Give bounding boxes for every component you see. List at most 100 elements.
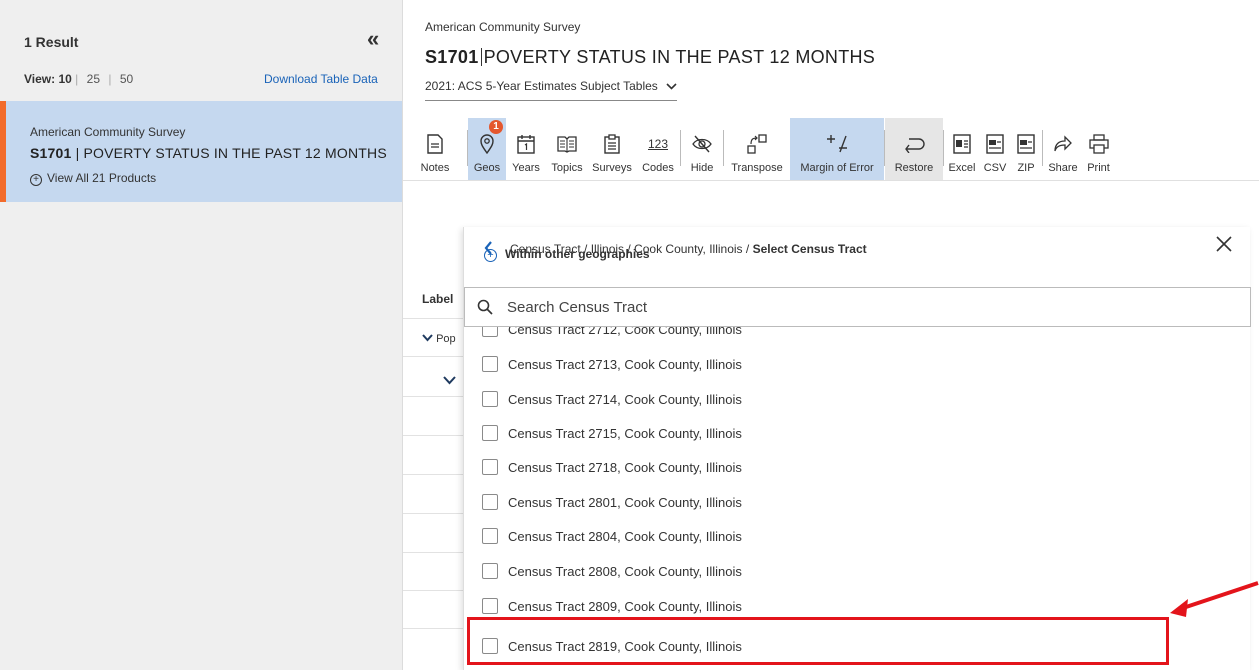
eye-off-icon [692, 132, 712, 156]
close-icon[interactable] [1216, 233, 1232, 257]
geos-button[interactable]: 1 Geos [468, 118, 506, 180]
plus-minus-icon [826, 132, 848, 156]
list-item[interactable]: Census Tract 2804, Cook County, Illinois [482, 526, 742, 546]
checkbox[interactable] [482, 598, 498, 614]
years-label: Years [512, 162, 540, 174]
map-pin-icon [479, 132, 495, 156]
list-item[interactable]: Census Tract 2713, Cook County, Illinois [482, 354, 742, 374]
years-button[interactable]: Years [506, 118, 546, 180]
divider [480, 48, 482, 66]
surveys-button[interactable]: Surveys [588, 118, 636, 180]
breadcrumb-current: Select Census Tract [752, 242, 867, 256]
view-all-products-link[interactable]: + View All 21 Products [30, 171, 156, 186]
table-id: S1701 [425, 47, 479, 67]
excel-file-icon [953, 132, 971, 156]
codes-button[interactable]: 123 Codes [636, 118, 680, 180]
divider [403, 474, 463, 475]
checkbox[interactable] [482, 356, 498, 372]
header-survey: American Community Survey [425, 20, 581, 34]
checkbox[interactable] [482, 563, 498, 579]
result-survey: American Community Survey [30, 125, 186, 139]
hide-button[interactable]: Hide [681, 118, 723, 180]
print-button[interactable]: Print [1083, 118, 1114, 180]
download-table-data-link[interactable]: Download Table Data [264, 72, 378, 86]
hide-label: Hide [690, 162, 714, 174]
share-icon [1053, 132, 1073, 156]
topics-button[interactable]: Topics [546, 118, 588, 180]
list-item-label: Census Tract 2718, Cook County, Illinois [508, 459, 742, 475]
csv-label: CSV [983, 162, 1007, 174]
result-title[interactable]: S1701 | POVERTY STATUS IN THE PAST 12 MO… [30, 145, 387, 161]
result-table-title: POVERTY STATUS IN THE PAST 12 MONTHS [83, 145, 387, 161]
table-row-text: Pop [436, 333, 456, 345]
restore-button[interactable]: Restore [885, 118, 943, 180]
checkbox[interactable] [482, 425, 498, 441]
list-item-label: Census Tract 2804, Cook County, Illinois [508, 528, 742, 544]
search-box [464, 287, 1251, 327]
excel-label: Excel [948, 162, 976, 174]
list-item-label: Census Tract 2714, Cook County, Illinois [508, 391, 742, 407]
divider [403, 513, 463, 514]
checkbox[interactable] [482, 327, 498, 337]
view-option-25[interactable]: 25 [82, 72, 105, 86]
geography-selector-popup: Census Tract / Illinois / Cook County, I… [463, 227, 1251, 670]
page-title: S1701 POVERTY STATUS IN THE PAST 12 MONTH… [425, 47, 875, 68]
result-card[interactable]: American Community Survey S1701 | POVERT… [0, 101, 402, 202]
share-button[interactable]: Share [1043, 118, 1083, 180]
divider [403, 552, 463, 553]
table-label-header: Label [422, 292, 454, 306]
vintage-dropdown[interactable]: 2021: ACS 5-Year Estimates Subject Table… [425, 79, 677, 101]
excel-download-button[interactable]: Excel [944, 118, 980, 180]
printer-icon [1088, 132, 1109, 156]
result-count: 1 Result [24, 34, 79, 50]
list-item[interactable]: Census Tract 2712, Cook County, Illinois [482, 327, 742, 339]
view-option-10[interactable]: 10 [58, 72, 71, 86]
chevron-down-icon[interactable] [443, 372, 456, 390]
divider: | [75, 72, 79, 86]
list-item[interactable]: Census Tract 2714, Cook County, Illinois [482, 389, 742, 409]
book-icon [557, 132, 577, 156]
codes-icon: 123 [648, 132, 668, 156]
transpose-button[interactable]: Transpose [724, 118, 790, 180]
margin-of-error-label: Margin of Error [800, 162, 874, 174]
list-item-label: Census Tract 2801, Cook County, Illinois [508, 494, 742, 510]
csv-download-button[interactable]: CSV [980, 118, 1010, 180]
checkbox[interactable] [482, 494, 498, 510]
plus-circle-icon: + [30, 174, 42, 186]
results-panel: 1 Result « View: 10 | 25 | 50 Download T… [0, 0, 403, 670]
print-label: Print [1087, 162, 1110, 174]
table-title: POVERTY STATUS IN THE PAST 12 MONTHS [483, 47, 876, 67]
list-item-label: Census Tract 2715, Cook County, Illinois [508, 425, 742, 441]
list-item[interactable]: Census Tract 2715, Cook County, Illinois [482, 423, 742, 443]
list-item[interactable]: Census Tract 2801, Cook County, Illinois [482, 492, 742, 512]
document-icon [427, 132, 443, 156]
list-item-label: Census Tract 2712, Cook County, Illinois [508, 327, 742, 337]
list-item[interactable]: Census Tract 2808, Cook County, Illinois [482, 561, 742, 581]
divider [403, 396, 463, 397]
view-option-50[interactable]: 50 [115, 72, 138, 86]
csv-file-icon [986, 132, 1004, 156]
margin-of-error-button[interactable]: Margin of Error [790, 118, 884, 180]
result-table-id: S1701 [30, 145, 72, 161]
search-census-tract-input[interactable] [507, 298, 1107, 316]
checkbox[interactable] [482, 459, 498, 475]
surveys-label: Surveys [592, 162, 632, 174]
chevron-down-icon [422, 333, 433, 345]
table-row-label[interactable]: Pop [422, 333, 456, 345]
collapse-panel-icon[interactable]: « [367, 26, 379, 52]
within-other-geographies-toggle[interactable]: + Within other geographies [484, 247, 650, 262]
toolbar: Notes 1 Geos Years Topics Surveys 123 Co… [403, 118, 1259, 180]
zip-download-button[interactable]: ZIP [1010, 118, 1042, 180]
vintage-value: 2021: ACS 5-Year Estimates Subject Table… [425, 79, 658, 93]
divider [403, 435, 463, 436]
notes-button[interactable]: Notes [403, 118, 467, 180]
notes-label: Notes [420, 162, 450, 174]
search-icon [477, 299, 493, 315]
list-item[interactable]: Census Tract 2718, Cook County, Illinois [482, 457, 742, 477]
checkbox[interactable] [482, 391, 498, 407]
list-item[interactable]: Census Tract 2809, Cook County, Illinois [482, 596, 742, 616]
divider [403, 318, 463, 319]
products-label: View All 21 Products [47, 171, 157, 185]
calendar-icon [517, 132, 535, 156]
checkbox[interactable] [482, 528, 498, 544]
